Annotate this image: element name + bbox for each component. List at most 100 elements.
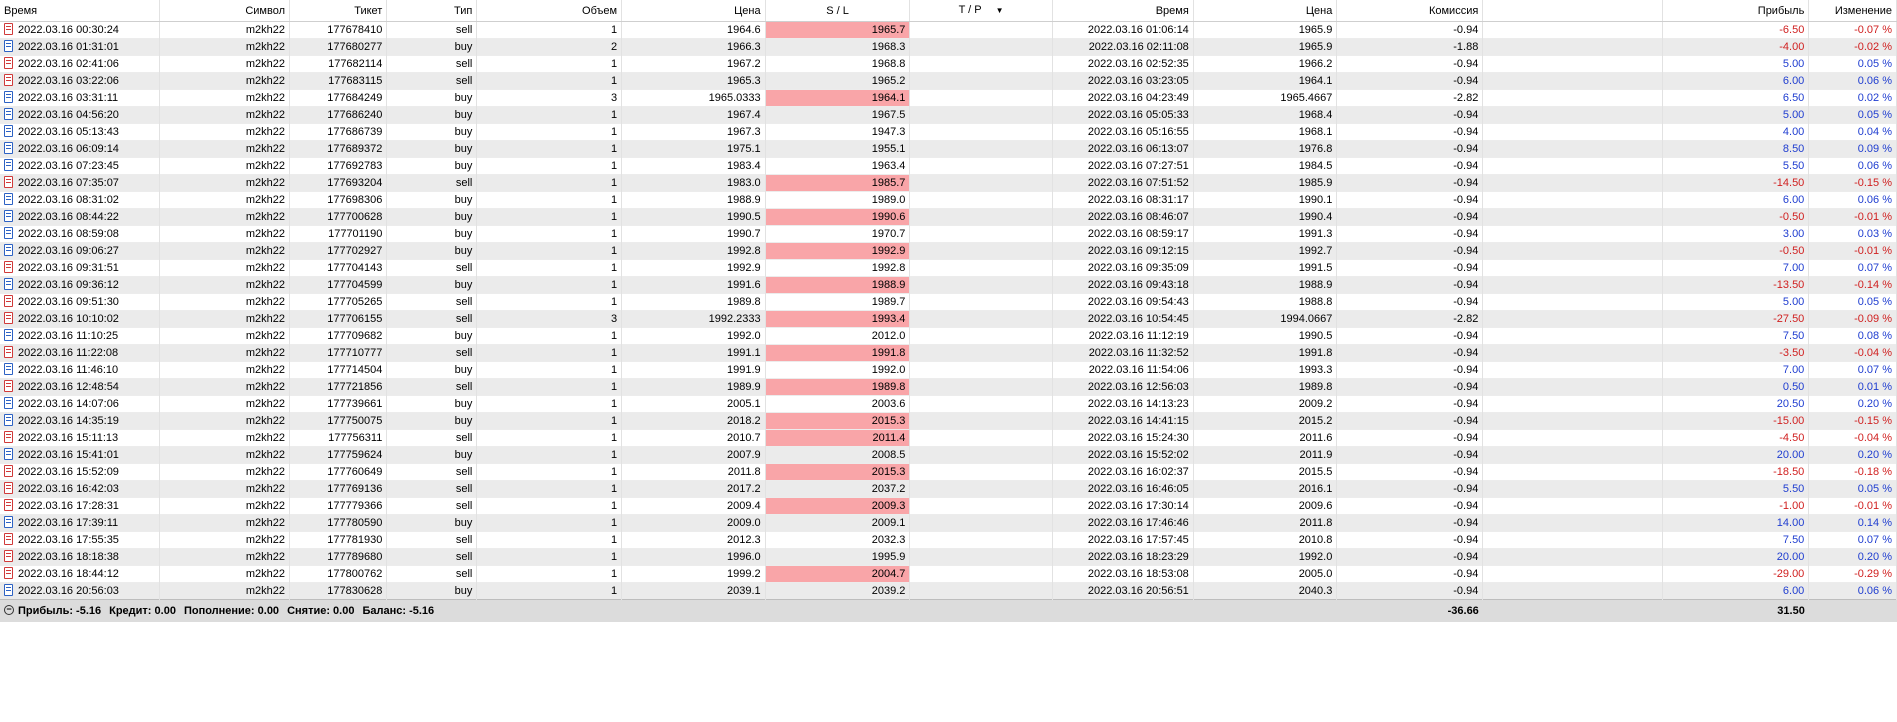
col-ticket[interactable]: Тикет [289,0,388,22]
cell-close-time: 2022.03.16 05:16:55 [1052,123,1194,141]
table-row[interactable]: 2022.03.16 11:22:08 m2kh22 177710777 sell 1 1… [0,344,1897,362]
cell-change: 0.20 % [1808,548,1897,566]
table-row[interactable]: 2022.03.16 14:07:06 m2kh22 177739661 buy 1 20… [0,395,1897,413]
table-row[interactable]: 2022.03.16 01:31:01 m2kh22 177680277 buy 2 19… [0,38,1897,56]
cell-price: 1992.8 [621,242,766,260]
cell-price: 1992.9 [621,259,766,277]
cell-profit: -27.50 [1662,310,1810,328]
cell-sl: 2004.7 [765,565,911,583]
collapse-icon[interactable]: − [4,605,14,616]
cell-close-time: 2022.03.16 08:31:17 [1052,191,1194,209]
cell-symbol: m2kh22 [159,259,291,277]
cell-commission: -0.94 [1336,412,1484,430]
table-row[interactable]: 2022.03.16 09:06:27 m2kh22 177702927 buy 1 19… [0,242,1897,260]
table-row[interactable]: 2022.03.16 02:41:06 m2kh22 177682114 sell 1 1… [0,55,1897,73]
buy-deal-icon [4,159,13,172]
table-row[interactable]: 2022.03.16 07:35:07 m2kh22 177693204 sell 1 1… [0,174,1897,192]
col-volume[interactable]: Объем [476,0,623,22]
table-row[interactable]: 2022.03.16 09:31:51 m2kh22 177704143 sell 1 1… [0,259,1897,277]
cell-symbol: m2kh22 [159,38,291,56]
table-row[interactable]: 2022.03.16 16:42:03 m2kh22 177769136 sell 1 2… [0,480,1897,498]
col-close-price[interactable]: Цена [1193,0,1338,22]
table-row[interactable]: 2022.03.16 10:10:02 m2kh22 177706155 sell 3 1… [0,310,1897,328]
col-profit[interactable]: Прибыль [1662,0,1810,22]
cell-change: -0.18 % [1808,463,1897,481]
cell-price: 1988.9 [621,191,766,209]
cell-swap [1482,276,1664,294]
cell-open-time: 2022.03.16 05:13:43 [0,123,160,141]
table-row[interactable]: 2022.03.16 12:48:54 m2kh22 177721856 sell 1 1… [0,378,1897,396]
col-tp[interactable]: T / P ▼ [909,0,1053,22]
cell-ticket: 177789680 [289,548,388,566]
col-sl[interactable]: S / L [765,0,911,22]
cell-volume: 1 [476,497,623,515]
table-row[interactable]: 2022.03.16 15:52:09 m2kh22 177760649 sell 1 2… [0,463,1897,481]
col-open-time[interactable]: Время [0,0,160,22]
cell-symbol: m2kh22 [159,480,291,498]
table-row[interactable]: 2022.03.16 11:10:25 m2kh22 177709682 buy 1 19… [0,327,1897,345]
cell-type: buy [386,412,478,430]
table-row[interactable]: 2022.03.16 08:59:08 m2kh22 177701190 buy 1 19… [0,225,1897,243]
cell-open-time: 2022.03.16 14:35:19 [0,412,160,430]
cell-sl: 1985.7 [765,174,911,192]
col-close-time[interactable]: Время [1052,0,1194,22]
cell-commission: -0.94 [1336,157,1484,175]
table-row[interactable]: 2022.03.16 03:22:06 m2kh22 177683115 sell 1 1… [0,72,1897,90]
col-price[interactable]: Цена [621,0,766,22]
cell-swap [1482,395,1664,413]
table-row[interactable]: 2022.03.16 15:11:13 m2kh22 177756311 sell 1 2… [0,429,1897,447]
col-symbol[interactable]: Символ [159,0,291,22]
cell-swap [1482,191,1664,209]
col-swap[interactable] [1482,0,1664,22]
table-row[interactable]: 2022.03.16 05:13:43 m2kh22 177686739 buy 1 19… [0,123,1897,141]
table-row[interactable]: 2022.03.16 17:28:31 m2kh22 177779366 sell 1 2… [0,497,1897,515]
table-row[interactable]: 2022.03.16 08:31:02 m2kh22 177698306 buy 1 19… [0,191,1897,209]
table-row[interactable]: 2022.03.16 09:36:12 m2kh22 177704599 buy 1 19… [0,276,1897,294]
cell-tp [909,106,1053,124]
cell-sl: 1968.3 [765,38,911,56]
buy-deal-icon [4,363,13,376]
cell-price: 1983.0 [621,174,766,192]
summary-totals: − Прибыль: -5.16 Кредит: 0.00 Пополнение: 0… [0,599,1337,622]
cell-volume: 1 [476,208,623,226]
cell-close-time: 2022.03.16 15:52:02 [1052,446,1194,464]
table-row[interactable]: 2022.03.16 17:55:35 m2kh22 177781930 sell 1 2… [0,531,1897,549]
table-row[interactable]: 2022.03.16 17:39:11 m2kh22 177780590 buy 1 20… [0,514,1897,532]
table-row[interactable]: 2022.03.16 09:51:30 m2kh22 177705265 sell 1 1… [0,293,1897,311]
table-row[interactable]: 2022.03.16 14:35:19 m2kh22 177750075 buy 1 20… [0,412,1897,430]
cell-change: 0.06 % [1808,72,1897,90]
col-change[interactable]: Изменение [1808,0,1897,22]
cell-ticket: 177682114 [289,55,388,73]
buy-deal-icon [4,142,13,155]
buy-deal-icon [4,227,13,240]
table-row[interactable]: 2022.03.16 11:46:10 m2kh22 177714504 buy 1 19… [0,361,1897,379]
table-row[interactable]: 2022.03.16 04:56:20 m2kh22 177686240 buy 1 19… [0,106,1897,124]
cell-swap [1482,225,1664,243]
cell-swap [1482,429,1664,447]
cell-sl: 1995.9 [765,548,911,566]
table-row[interactable]: 2022.03.16 06:09:14 m2kh22 177689372 buy 1 19… [0,140,1897,158]
cell-change: -0.02 % [1808,38,1897,56]
cell-close-time: 2022.03.16 14:13:23 [1052,395,1194,413]
table-row[interactable]: 2022.03.16 15:41:01 m2kh22 177759624 buy 1 20… [0,446,1897,464]
cell-type: sell [386,310,478,328]
table-row[interactable]: 2022.03.16 18:18:38 m2kh22 177789680 sell 1 1… [0,548,1897,566]
cell-tp [909,174,1053,192]
col-type[interactable]: Тип [386,0,478,22]
cell-close-price: 1966.2 [1193,55,1338,73]
cell-price: 2012.3 [621,531,766,549]
cell-close-price: 1976.8 [1193,140,1338,158]
cell-type: buy [386,38,478,56]
cell-change: 0.06 % [1808,157,1897,175]
cell-ticket: 177830628 [289,582,388,600]
cell-volume: 1 [476,412,623,430]
table-row[interactable]: 2022.03.16 03:31:11 m2kh22 177684249 buy 3 19… [0,89,1897,107]
table-row[interactable]: 2022.03.16 08:44:22 m2kh22 177700628 buy 1 19… [0,208,1897,226]
table-row[interactable]: 2022.03.16 00:30:24 m2kh22 177678410 sell 1 1… [0,21,1897,39]
cell-profit: 4.00 [1662,123,1810,141]
table-row[interactable]: 2022.03.16 20:56:03 m2kh22 177830628 buy 1 20… [0,582,1897,600]
table-row[interactable]: 2022.03.16 18:44:12 m2kh22 177800762 sell 1 1… [0,565,1897,583]
cell-profit: 6.50 [1662,89,1810,107]
table-row[interactable]: 2022.03.16 07:23:45 m2kh22 177692783 buy 1 19… [0,157,1897,175]
col-commission[interactable]: Комиссия [1336,0,1484,22]
